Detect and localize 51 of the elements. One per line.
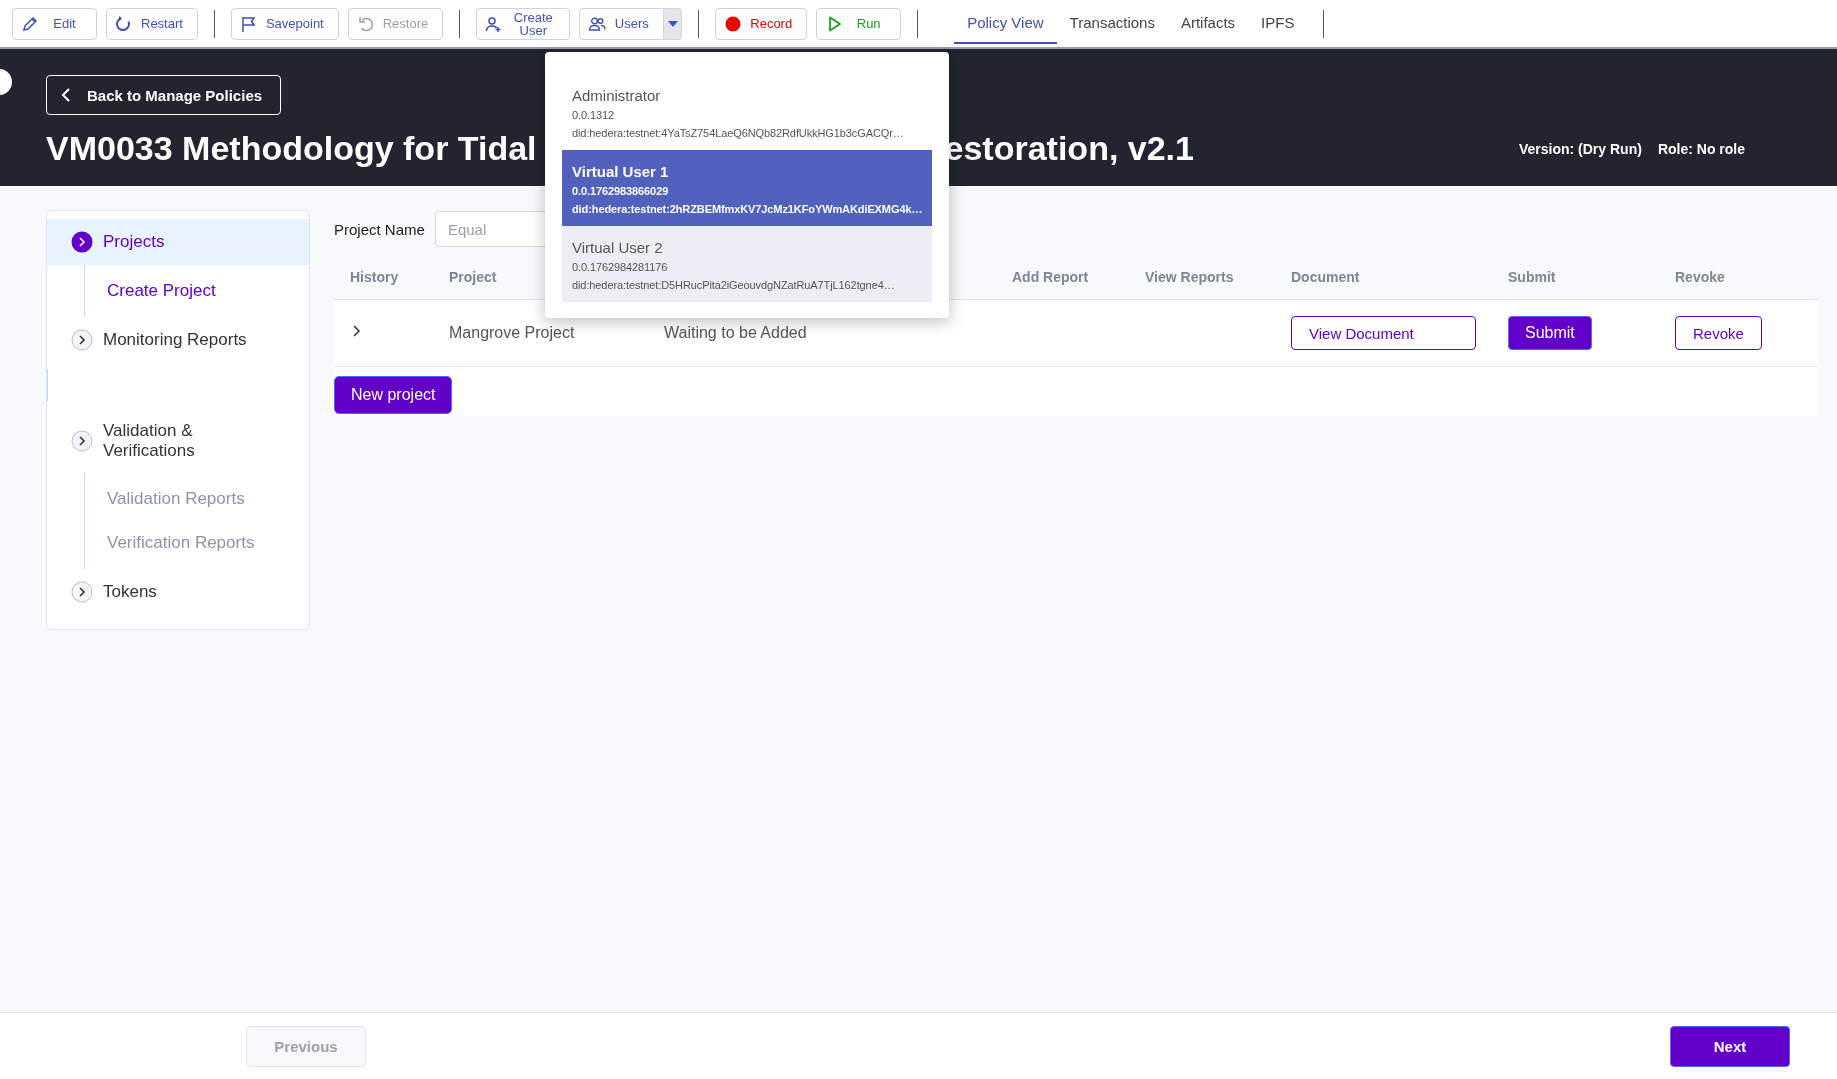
sidebar-subitem[interactable]: Create Project: [85, 269, 265, 313]
sidebar-item[interactable]: Projects: [47, 219, 309, 265]
page-title: VM0033 Methodology for Tidal: [46, 129, 537, 168]
caret-icon: [667, 20, 678, 27]
role-label: Role: No role: [1657, 140, 1745, 157]
dropdown-toggle[interactable]: [664, 7, 683, 40]
column-header: Project: [449, 269, 497, 285]
column-header: Document: [1291, 269, 1360, 285]
toolbar-button[interactable]: Savepoint: [230, 7, 339, 40]
tab[interactable]: Artifacts: [1167, 3, 1249, 44]
table-cell: Waiting to be Added: [664, 324, 807, 341]
add-user-icon: [485, 14, 504, 33]
record-icon: [724, 14, 743, 33]
version-label: Version: (Dry Run): [1518, 140, 1642, 157]
toolbar-button[interactable]: Users: [579, 7, 665, 40]
column-header: Revoke: [1675, 269, 1725, 285]
user-menu-item[interactable]: Virtual User 1 0.0.1762983866029 did:hedera:testnet:2hRZBEMfmxKV7JcMz1KFoYWmAKdiEXMG4k…: [562, 150, 932, 226]
chevron-circle-icon: [71, 430, 93, 452]
column-header: Add Report: [1012, 269, 1089, 285]
flag-icon: [239, 14, 258, 33]
action-button[interactable]: Revoke: [1675, 316, 1762, 350]
submit-button[interactable]: Submit: [1508, 316, 1592, 350]
page-title: estoration, v2.1: [944, 129, 1194, 168]
sidebar-item[interactable]: Tokens: [47, 569, 309, 615]
sidebar-item[interactable]: Monitoring Reports: [47, 317, 309, 363]
chevron-circle-icon: [71, 231, 93, 253]
tab[interactable]: Policy View: [954, 3, 1057, 44]
toolbar-button[interactable]: Create User: [476, 7, 571, 40]
toolbar-button[interactable]: Restart: [106, 7, 198, 40]
toolbar-button[interactable]: Record: [715, 7, 808, 40]
column-header: View Reports: [1145, 269, 1234, 285]
restart-icon: [115, 14, 133, 33]
column-header: Submit: [1508, 269, 1556, 285]
chevron-circle-icon: [71, 581, 93, 603]
table-cell: Mangrove Project: [449, 324, 575, 341]
sidebar-item[interactable]: Validation & Verifications: [47, 409, 309, 473]
restore-icon: [356, 14, 375, 33]
filter-label: Project Name: [334, 220, 425, 238]
chevron-circle-icon: [71, 329, 93, 351]
toolbar-button[interactable]: Run: [816, 7, 902, 40]
new-project-button[interactable]: New project: [334, 376, 453, 414]
pencil-icon: [21, 14, 39, 33]
user-menu-item[interactable]: Virtual User 2 0.0.1762984281176 did:hedera:testnet:D5HRucPita2iGeouvdgNZatRuA7TjL162tgne4…: [562, 226, 932, 302]
column-header: History: [350, 269, 399, 285]
next-button[interactable]: Next: [1670, 1025, 1790, 1067]
back-button[interactable]: Back to Manage Policies: [46, 75, 282, 115]
chevron-left-icon: [61, 88, 71, 102]
action-button[interactable]: View Document: [1291, 316, 1476, 350]
toolbar-button[interactable]: Edit: [12, 7, 97, 40]
tab[interactable]: IPFS: [1248, 3, 1308, 44]
tab[interactable]: Transactions: [1056, 3, 1168, 44]
